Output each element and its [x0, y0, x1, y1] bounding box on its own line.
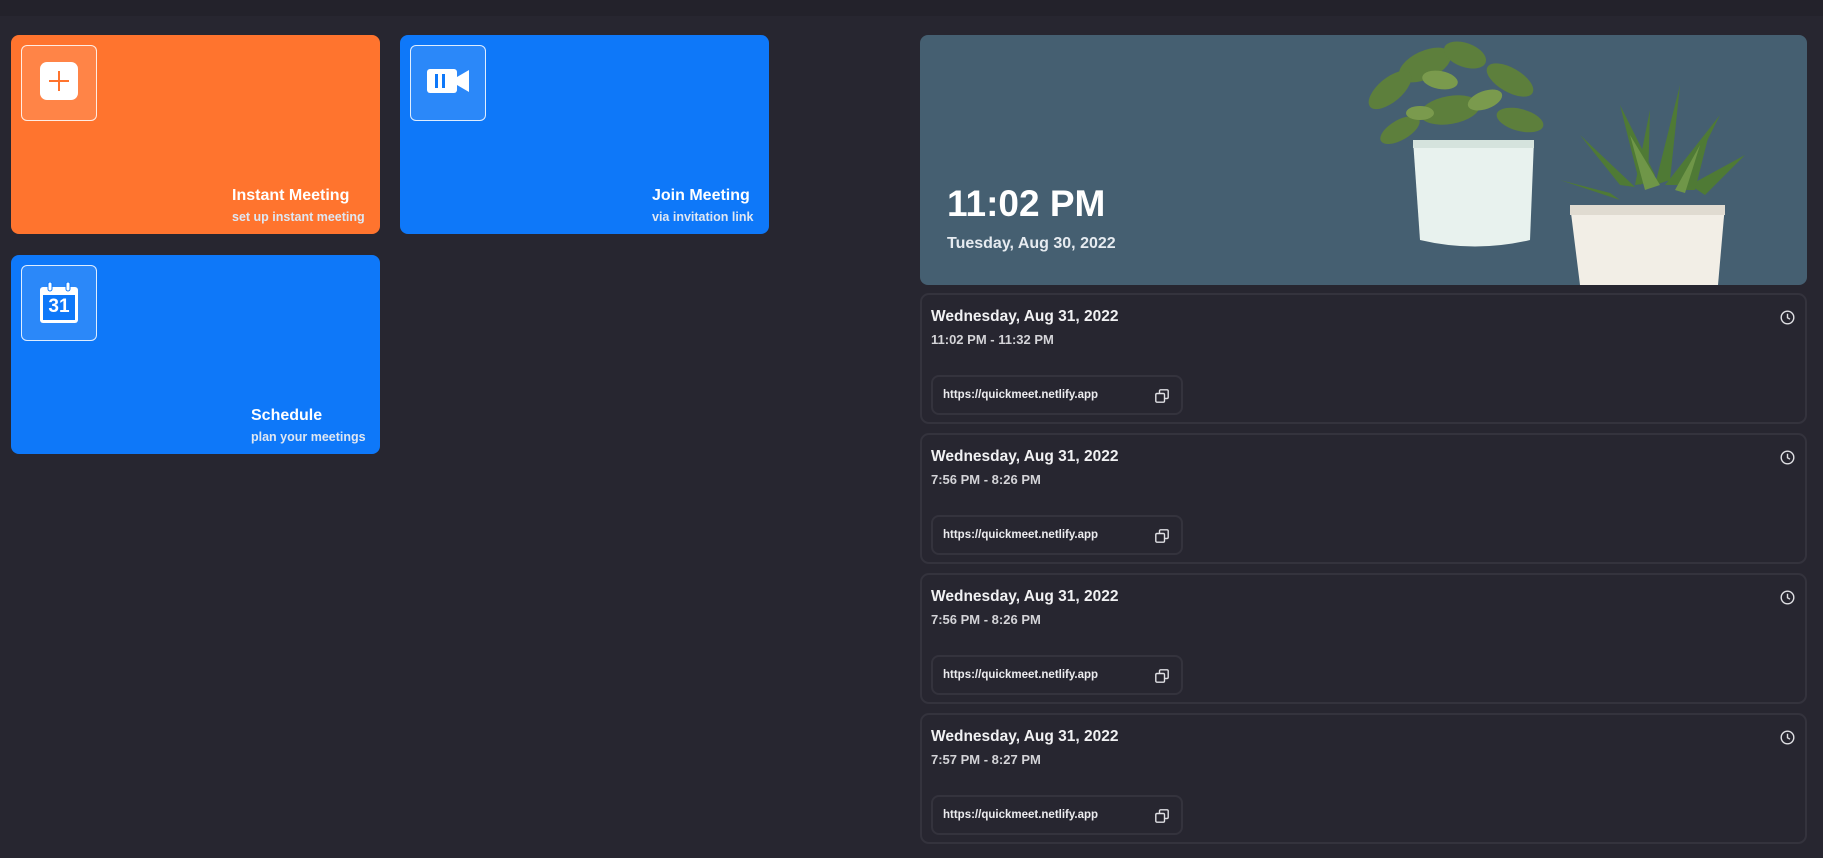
clock-icon — [1780, 730, 1795, 745]
meeting-date: Wednesday, Aug 31, 2022 — [931, 448, 1119, 465]
clock-icon — [1780, 310, 1795, 325]
copy-icon[interactable] — [1155, 809, 1169, 823]
schedule-subtitle: plan your meetings — [251, 430, 366, 444]
meeting-date: Wednesday, Aug 31, 2022 — [931, 588, 1119, 605]
meeting-link[interactable]: https://quickmeet.netlify.app — [943, 669, 1098, 681]
current-time: 11:02 PM — [947, 183, 1106, 224]
meeting-link[interactable]: https://quickmeet.netlify.app — [943, 809, 1098, 821]
clock-icon — [1780, 450, 1795, 465]
meeting-item: Wednesday, Aug 31, 2022 7:56 PM - 8:26 P… — [920, 573, 1807, 704]
top-bar — [0, 0, 1823, 16]
instant-meeting-title: Instant Meeting — [232, 187, 350, 204]
plus-icon — [40, 61, 78, 105]
schedule-card[interactable]: 31 Schedule plan your meetings — [11, 255, 380, 454]
instant-meeting-icon-box — [21, 45, 97, 121]
clock-icon — [1780, 590, 1795, 605]
join-meeting-subtitle: via invitation link — [652, 210, 754, 224]
copy-icon[interactable] — [1155, 669, 1169, 683]
schedule-icon-box: 31 — [21, 265, 97, 341]
meeting-link-box[interactable]: https://quickmeet.netlify.app — [931, 515, 1183, 555]
meeting-time: 7:56 PM - 8:26 PM — [931, 612, 1041, 627]
copy-icon[interactable] — [1155, 389, 1169, 403]
schedule-title: Schedule — [251, 407, 323, 424]
instant-meeting-card[interactable]: Instant Meeting set up instant meeting — [11, 35, 380, 234]
copy-icon[interactable] — [1155, 529, 1169, 543]
meeting-item: Wednesday, Aug 31, 2022 11:02 PM - 11:32… — [920, 293, 1807, 424]
clock-banner: 11:02 PM Tuesday, Aug 30, 2022 — [920, 35, 1807, 285]
meeting-date: Wednesday, Aug 31, 2022 — [931, 308, 1119, 325]
current-date: Tuesday, Aug 30, 2022 — [947, 235, 1116, 252]
meeting-time: 7:57 PM - 8:27 PM — [931, 752, 1041, 767]
meeting-item: Wednesday, Aug 31, 2022 7:56 PM - 8:26 P… — [920, 433, 1807, 564]
meeting-link[interactable]: https://quickmeet.netlify.app — [943, 389, 1098, 401]
video-camera-icon — [427, 67, 469, 100]
meeting-time: 7:56 PM - 8:26 PM — [931, 472, 1041, 487]
instant-meeting-subtitle: set up instant meeting — [232, 210, 365, 224]
join-meeting-title: Join Meeting — [652, 187, 750, 204]
meeting-item: Wednesday, Aug 31, 2022 7:57 PM - 8:27 P… — [920, 713, 1807, 844]
calendar-icon: 31 — [39, 282, 79, 324]
calendar-day: 31 — [48, 296, 70, 317]
meeting-link[interactable]: https://quickmeet.netlify.app — [943, 529, 1098, 541]
meeting-date: Wednesday, Aug 31, 2022 — [931, 728, 1119, 745]
meeting-time: 11:02 PM - 11:32 PM — [931, 332, 1054, 347]
join-meeting-card[interactable]: Join Meeting via invitation link — [400, 35, 769, 234]
meeting-link-box[interactable]: https://quickmeet.netlify.app — [931, 795, 1183, 835]
join-meeting-icon-box — [410, 45, 486, 121]
meeting-link-box[interactable]: https://quickmeet.netlify.app — [931, 655, 1183, 695]
meeting-link-box[interactable]: https://quickmeet.netlify.app — [931, 375, 1183, 415]
